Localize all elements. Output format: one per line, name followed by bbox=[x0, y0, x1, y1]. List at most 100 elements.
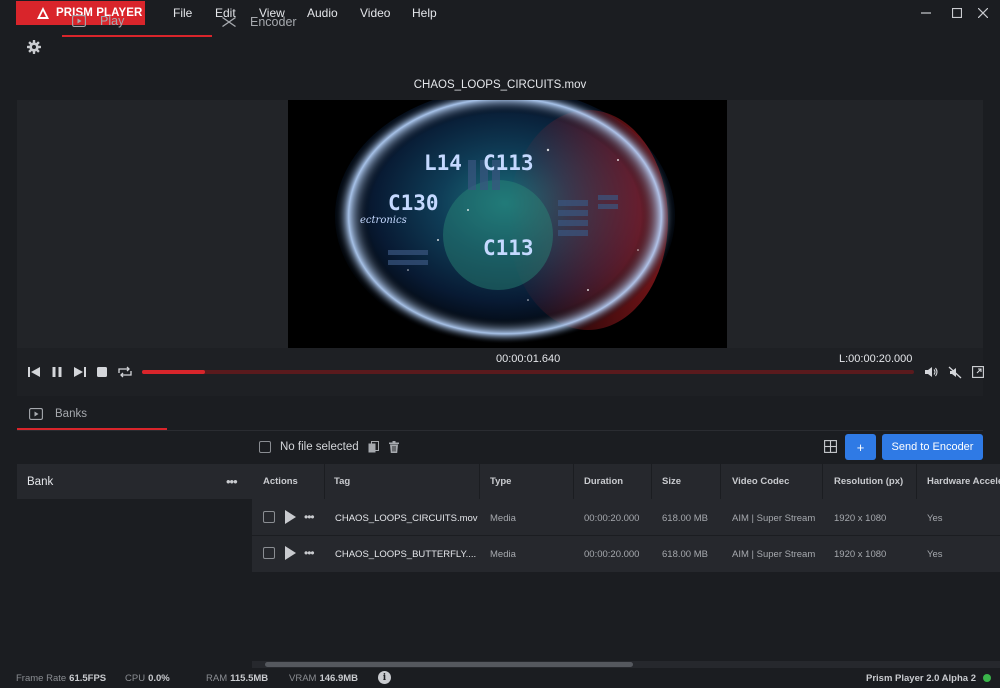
menu-help[interactable]: Help bbox=[412, 6, 437, 20]
menu-video[interactable]: Video bbox=[360, 6, 390, 20]
frame-text-c113-top: C113 bbox=[483, 151, 534, 175]
fullscreen-button[interactable] bbox=[970, 364, 986, 380]
minimize-button[interactable] bbox=[917, 4, 935, 22]
column-divider bbox=[822, 464, 823, 499]
bank-header[interactable]: Bank bbox=[17, 464, 252, 499]
loop-button[interactable] bbox=[117, 364, 133, 380]
row-codec: AIM | Super Stream bbox=[732, 549, 816, 560]
grid-icon bbox=[824, 440, 837, 453]
row-duration: 00:00:20.000 bbox=[584, 513, 640, 524]
column-header-tag[interactable]: Tag bbox=[334, 476, 350, 487]
video-filename: CHAOS_LOOPS_CIRCUITS.mov bbox=[413, 79, 587, 91]
column-header-resolution[interactable]: Resolution (px) bbox=[834, 476, 903, 487]
tab-banks[interactable]: Banks bbox=[17, 400, 167, 430]
row-more-button[interactable]: ••• bbox=[304, 510, 315, 524]
row-size: 618.00 MB bbox=[662, 513, 708, 524]
prism-logo-icon bbox=[37, 7, 49, 19]
maximize-button[interactable] bbox=[948, 4, 966, 22]
column-divider bbox=[651, 464, 652, 499]
frame-rate-label: Frame Rate bbox=[16, 673, 67, 684]
vram-label: VRAM bbox=[289, 673, 317, 684]
tab-play[interactable]: Play bbox=[62, 7, 212, 37]
stop-icon bbox=[97, 367, 107, 377]
loop-icon bbox=[118, 366, 132, 378]
column-header-size[interactable]: Size bbox=[662, 476, 681, 487]
frame-text-l14: L14 bbox=[424, 151, 462, 175]
horizontal-scrollbar-thumb[interactable] bbox=[265, 662, 633, 667]
stop-button[interactable] bbox=[94, 364, 110, 380]
row-type: Media bbox=[490, 513, 516, 524]
grid-view-button[interactable] bbox=[824, 440, 839, 455]
frame-rate-value: 61.5FPS bbox=[69, 673, 107, 684]
video-frame-image: L14 C113 C130 C113 ectronics bbox=[288, 100, 727, 348]
row-type: Media bbox=[490, 549, 516, 560]
row-play-icon[interactable] bbox=[285, 546, 296, 560]
row-size: 618.00 MB bbox=[662, 549, 708, 560]
row-resolution: 1920 x 1080 bbox=[834, 549, 887, 560]
close-button[interactable] bbox=[974, 4, 992, 22]
column-header-duration[interactable]: Duration bbox=[584, 476, 623, 487]
progress-fill bbox=[142, 370, 206, 374]
fullscreen-icon bbox=[972, 366, 984, 378]
banks-tab-icon bbox=[29, 408, 43, 420]
pause-button[interactable] bbox=[49, 364, 65, 380]
skip-back-button[interactable] bbox=[26, 364, 42, 380]
app-version: Prism Player 2.0 Alpha 2 bbox=[865, 673, 976, 684]
select-all-checkbox[interactable] bbox=[259, 441, 271, 453]
cpu-label: CPU bbox=[125, 673, 146, 684]
row-checkbox[interactable] bbox=[263, 511, 275, 523]
frame-text-c130: C130 bbox=[388, 191, 439, 215]
maximize-icon bbox=[952, 8, 962, 18]
column-divider bbox=[573, 464, 574, 499]
mute-toggle-button[interactable] bbox=[947, 364, 963, 380]
volume-button[interactable] bbox=[924, 364, 940, 380]
frame-text-c113-bottom: C113 bbox=[483, 236, 534, 260]
frame-rate-stat: Frame Rate 61.5FPS bbox=[16, 673, 106, 684]
column-header-type[interactable]: Type bbox=[490, 476, 511, 487]
ram-stat: RAM 115.5MB bbox=[206, 673, 268, 684]
bank-more-button[interactable]: ••• bbox=[226, 474, 238, 489]
speaker-muted-icon bbox=[948, 366, 962, 378]
row-hardware-acceleration: Yes bbox=[927, 513, 943, 524]
encoder-tab-icon bbox=[222, 17, 236, 27]
info-icon[interactable]: i bbox=[378, 671, 391, 684]
row-hardware-acceleration: Yes bbox=[927, 549, 943, 560]
skip-forward-icon bbox=[74, 367, 86, 377]
copy-button[interactable] bbox=[367, 440, 381, 454]
gear-icon bbox=[27, 40, 41, 54]
tab-encoder-label: Encoder bbox=[250, 15, 297, 29]
row-checkbox[interactable] bbox=[263, 547, 275, 559]
close-icon bbox=[978, 8, 988, 18]
play-tab-icon bbox=[72, 15, 86, 27]
row-codec: AIM | Super Stream bbox=[732, 513, 816, 524]
vram-value: 146.9MB bbox=[319, 673, 359, 684]
column-divider bbox=[916, 464, 917, 499]
row-resolution: 1920 x 1080 bbox=[834, 513, 887, 524]
current-timecode: 00:00:01.640 bbox=[496, 353, 561, 365]
row-more-button[interactable]: ••• bbox=[304, 546, 315, 560]
column-divider bbox=[479, 464, 480, 499]
file-selection-label: No file selected bbox=[280, 441, 359, 453]
vram-stat: VRAM 146.9MB bbox=[289, 673, 358, 684]
column-header-hardware-acceleration[interactable]: Hardware Accele bbox=[927, 476, 1000, 487]
pause-icon bbox=[52, 367, 62, 377]
row-duration: 00:00:20.000 bbox=[584, 549, 640, 560]
ram-label: RAM bbox=[206, 673, 228, 684]
settings-button[interactable] bbox=[26, 39, 42, 55]
send-to-encoder-button[interactable]: Send to Encoder bbox=[882, 434, 983, 460]
copy-icon bbox=[368, 441, 379, 453]
skip-back-icon bbox=[28, 367, 40, 377]
add-button[interactable]: + bbox=[845, 434, 876, 460]
status-indicator-dot bbox=[983, 674, 991, 682]
column-header-actions[interactable]: Actions bbox=[263, 476, 298, 487]
tab-encoder[interactable]: Encoder bbox=[222, 7, 352, 37]
row-play-icon[interactable] bbox=[285, 510, 296, 524]
skip-forward-button[interactable] bbox=[72, 364, 88, 380]
column-header-video-codec[interactable]: Video Codec bbox=[732, 476, 789, 487]
frame-text-electronics: ectronics bbox=[360, 215, 407, 226]
progress-track[interactable] bbox=[142, 370, 914, 374]
column-divider bbox=[324, 464, 325, 499]
cpu-stat: CPU 0.0% bbox=[125, 673, 170, 684]
delete-button[interactable] bbox=[387, 440, 401, 454]
video-frame[interactable]: L14 C113 C130 C113 ectronics bbox=[288, 100, 727, 348]
